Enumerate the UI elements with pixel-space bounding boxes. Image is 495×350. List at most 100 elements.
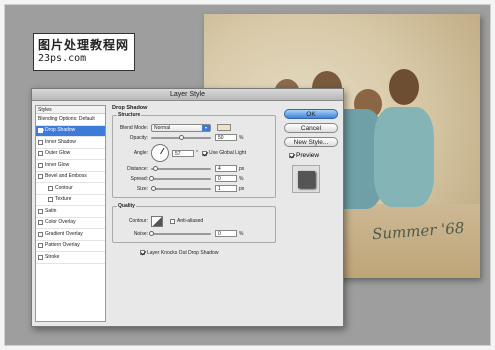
person-head (389, 69, 419, 105)
angle-unit: ° (196, 150, 198, 156)
style-item[interactable]: Inner Shadow (36, 137, 105, 149)
slider-knob[interactable] (153, 165, 158, 171)
style-item-label: Contour (55, 184, 73, 191)
anti-aliased-checkbox[interactable] (170, 218, 175, 224)
style-checkbox[interactable] (38, 254, 43, 260)
style-item[interactable]: Pattern Overlay (36, 241, 105, 252)
preview-swatch (298, 171, 315, 188)
size-unit: px (239, 185, 245, 192)
style-item-label: Satin (45, 207, 57, 214)
style-item-label: Gradient Overlay (45, 230, 83, 237)
slider-knob[interactable] (151, 185, 156, 191)
style-checkbox[interactable] (38, 128, 43, 134)
style-item-label: Pattern Overlay (45, 242, 80, 248)
distance-field[interactable]: 4 (215, 165, 237, 172)
spread-label: Spread: (130, 175, 148, 182)
style-item-label: Blending Options: Default (38, 115, 95, 122)
knockout-checkbox[interactable] (140, 250, 145, 255)
distance-slider[interactable] (151, 165, 211, 171)
preview-toggle[interactable]: Preview (289, 152, 319, 159)
cancel-button[interactable]: Cancel (284, 123, 338, 133)
style-item[interactable]: Texture (36, 195, 105, 206)
style-item[interactable]: Stroke (36, 252, 105, 264)
style-item[interactable]: Satin (36, 206, 105, 218)
style-checkbox[interactable] (48, 185, 53, 191)
style-checkbox[interactable] (38, 139, 43, 145)
ok-button[interactable]: OK (284, 109, 338, 119)
opacity-slider[interactable] (151, 134, 211, 140)
noise-field[interactable]: 0 (215, 230, 237, 237)
global-light-checkbox[interactable] (202, 150, 207, 156)
style-item[interactable]: Blending Options: Default (36, 114, 105, 126)
style-checkbox[interactable] (38, 151, 43, 157)
angle-dial[interactable] (151, 144, 169, 162)
style-checkbox[interactable] (38, 231, 43, 237)
style-item[interactable]: Outer Glow (36, 149, 105, 160)
new-style-button[interactable]: New Style... (284, 137, 338, 147)
dialog-title: Layer Style (32, 89, 343, 101)
style-item-label: Inner Shadow (45, 138, 76, 145)
style-preview (292, 165, 320, 193)
style-checkbox[interactable] (38, 208, 43, 214)
blue-blanket (374, 107, 434, 207)
style-item[interactable]: Bevel and Emboss (36, 172, 105, 183)
blend-mode-value: Normal (154, 124, 171, 131)
layer-style-dialog: Layer Style Styles Blending Options: Def… (31, 88, 344, 327)
style-item[interactable]: Drop Shadow (36, 125, 105, 137)
global-light-label: Use Global Light (209, 150, 246, 156)
contour-picker[interactable] (151, 215, 163, 227)
blend-mode-label: Blend Mode: (119, 124, 148, 131)
quality-group: Quality Contour: Anti-aliased Noise: 0 % (112, 203, 276, 243)
noise-label: Noise: (133, 230, 148, 237)
blend-mode-select[interactable]: Normal ▾ (151, 123, 211, 132)
style-checkbox[interactable] (48, 197, 53, 203)
anti-aliased-label: Anti-aliased (177, 218, 204, 224)
quality-legend: Quality (117, 203, 136, 209)
chevron-updown-icon: ▾ (202, 124, 210, 131)
style-checkbox[interactable] (38, 174, 43, 180)
structure-group: Structure Blend Mode: Normal ▾ Opacity: … (112, 112, 276, 198)
style-checkbox[interactable] (38, 220, 43, 226)
noise-unit: % (239, 230, 244, 237)
size-field[interactable]: 1 (215, 185, 237, 192)
style-item-label: Texture (55, 196, 72, 202)
panel-title: Drop Shadow (112, 105, 148, 111)
slider-knob[interactable] (149, 175, 154, 181)
spread-slider[interactable] (149, 175, 211, 181)
style-item-label: Outer Glow (45, 150, 71, 156)
distance-label: Distance: (127, 165, 148, 172)
style-item[interactable]: Inner Glow (36, 160, 105, 172)
site-watermark: 图片处理教程网 23ps.com (33, 33, 135, 71)
opacity-unit: % (239, 134, 244, 141)
style-checkbox[interactable] (38, 243, 43, 249)
style-item[interactable]: Gradient Overlay (36, 229, 105, 241)
size-label: Size: (136, 185, 148, 192)
spread-field[interactable]: 0 (215, 175, 237, 182)
knockout-label: Layer Knocks Out Drop Shadow (147, 249, 219, 256)
distance-unit: px (239, 165, 245, 172)
style-item-label: Bevel and Emboss (45, 173, 87, 179)
styles-list: Styles Blending Options: Default Drop Sha… (35, 105, 106, 322)
spread-unit: % (239, 175, 244, 182)
slider-knob[interactable] (179, 134, 184, 140)
style-item-label: Inner Glow (45, 161, 70, 168)
opacity-field[interactable]: 50 (215, 134, 237, 141)
opacity-label: Opacity: (129, 134, 148, 141)
watermark-url: 23ps.com (38, 53, 87, 64)
style-item-label: Stroke (45, 253, 60, 260)
contour-label: Contour: (128, 218, 148, 224)
shadow-color-swatch[interactable] (217, 124, 231, 131)
angle-field[interactable]: 57 (172, 149, 194, 157)
style-item-label: Drop Shadow (45, 127, 76, 133)
noise-slider[interactable] (149, 230, 211, 236)
style-item-label: Color Overlay (45, 219, 76, 225)
style-item[interactable]: Contour (36, 183, 105, 195)
slider-knob[interactable] (149, 230, 154, 236)
preview-checkbox[interactable] (289, 153, 294, 158)
structure-legend: Structure (117, 112, 142, 118)
watermark-title: 图片处理教程网 (38, 38, 130, 52)
size-slider[interactable] (151, 185, 211, 191)
style-item[interactable]: Color Overlay (36, 218, 105, 229)
style-checkbox[interactable] (38, 162, 43, 168)
preview-label: Preview (296, 152, 320, 159)
